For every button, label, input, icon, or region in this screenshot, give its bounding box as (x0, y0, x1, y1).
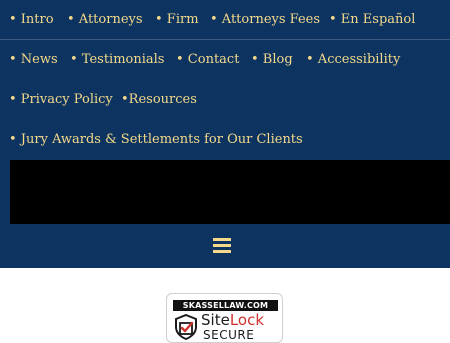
sitelock-status: SECURE (203, 328, 255, 342)
nav-link-resources[interactable]: •Resources (121, 92, 197, 108)
nav-link-en-espanol[interactable]: • En Español (329, 12, 415, 28)
nav-link-news[interactable]: • News (9, 52, 58, 68)
nav-row-4: • Jury Awards & Settlements for Our Clie… (0, 120, 450, 160)
nav-row-2: • News • Testimonials • Contact • Blog •… (0, 40, 450, 80)
nav-link-attorneys[interactable]: • Attorneys (67, 12, 143, 28)
nav-link-intro[interactable]: • Intro (9, 12, 54, 28)
nav-link-contact[interactable]: • Contact (176, 52, 239, 68)
nav-link-attorneys-fees[interactable]: • Attorneys Fees (210, 12, 320, 28)
nav-link-accessibility[interactable]: • Accessibility (306, 52, 400, 68)
nav-link-jury-awards[interactable]: • Jury Awards & Settlements for Our Clie… (9, 132, 303, 148)
hamburger-menu-icon[interactable] (213, 236, 231, 254)
nav-link-blog[interactable]: • Blog (251, 52, 293, 68)
hamburger-bar (213, 250, 231, 253)
sitelock-badge[interactable]: SKASSELLAW.COM SiteLock SECURE (166, 293, 283, 343)
sitelock-brand-lock: Lock (229, 311, 265, 329)
hamburger-bar (213, 238, 231, 241)
nav-row-1: • Intro • Attorneys • Firm • Attorneys F… (0, 0, 450, 40)
sitelock-domain: SKASSELLAW.COM (173, 300, 278, 311)
sitelock-brand-site: Site (201, 311, 230, 329)
nav-row-3: • Privacy Policy •Resources (0, 80, 450, 120)
nav-link-testimonials[interactable]: • Testimonials (70, 52, 164, 68)
hamburger-bar (213, 244, 231, 247)
shield-check-icon (175, 314, 197, 340)
nav-link-privacy-policy[interactable]: • Privacy Policy (9, 92, 113, 108)
site-navigation: • Intro • Attorneys • Firm • Attorneys F… (0, 0, 450, 268)
banner (10, 160, 450, 224)
nav-link-firm[interactable]: • Firm (155, 12, 199, 28)
sitelock-brand: SiteLock (201, 312, 264, 329)
